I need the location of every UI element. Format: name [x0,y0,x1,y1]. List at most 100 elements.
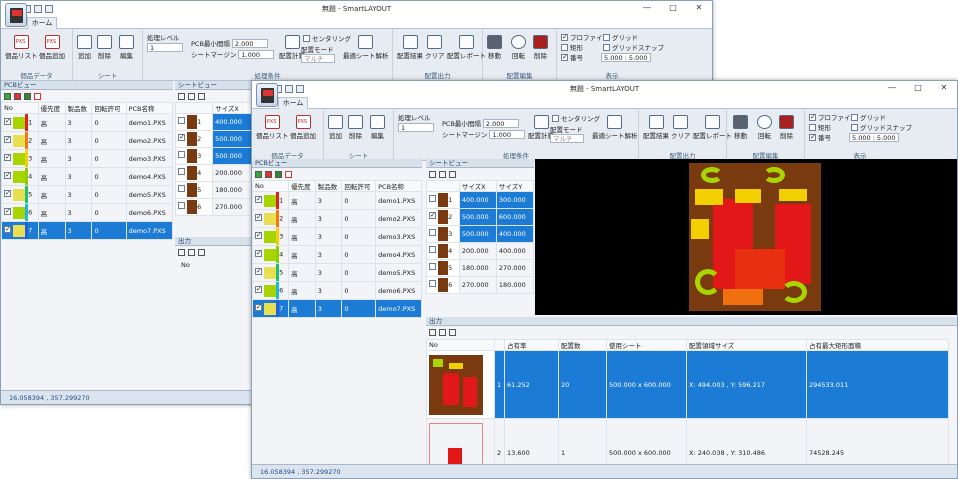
col-no[interactable]: No [426,339,495,351]
clear-button[interactable]: クリア [425,35,445,60]
row-checkbox[interactable] [255,303,262,311]
delete-part-button[interactable]: 削除 [533,35,548,60]
row-checkbox[interactable] [178,185,185,192]
clear-button[interactable]: クリア [671,115,691,140]
pcb-row[interactable]: 4高30demo4.PXS [1,167,174,186]
fill-icon[interactable] [24,92,31,100]
col-area[interactable]: 配置領域サイズ [686,339,807,351]
tab-home[interactable]: ホーム [27,17,57,29]
rotate-button[interactable]: 回転 [511,35,526,60]
sheet-edit-button[interactable]: 編集 [119,35,134,60]
add-icon[interactable] [255,170,262,178]
centering-checkbox[interactable] [552,114,559,122]
check-icon[interactable] [285,170,292,178]
min-gap-input[interactable]: 2.000 [482,118,519,128]
sheet-row[interactable]: 3 500.000 400.000 [426,225,535,243]
number-checkbox[interactable] [561,53,568,61]
col-max-rect[interactable]: 占有最大矩形面積 [806,339,949,351]
row-checkbox[interactable] [4,153,11,161]
col-size-y[interactable]: サイズY [495,180,535,192]
pcb-row[interactable]: 7高30demo7.PXS [252,299,422,318]
profile-checkbox[interactable] [809,113,816,121]
sheet-row[interactable]: 5 180.000 [174,181,255,199]
col-pcb-name[interactable]: PCB名称 [375,180,422,192]
report-button[interactable]: 配置レポート [447,35,486,60]
parts-list-button[interactable]: 個品リスト [256,115,289,140]
parts-add-button[interactable]: 個品追加 [290,115,316,140]
row-checkbox[interactable] [178,151,185,158]
pcb-row[interactable]: 2高30demo2.PXS [252,209,422,228]
col-no[interactable]: No [252,180,290,192]
sheet-copy-icon[interactable] [439,170,446,178]
grid-view-icon[interactable] [439,328,446,336]
row-checkbox[interactable] [4,117,11,125]
sheet-new-icon[interactable] [178,92,185,100]
optimal-sheet-button[interactable]: 最適シート解析 [343,35,389,60]
add-icon[interactable] [4,92,11,100]
row-checkbox[interactable] [178,117,185,124]
close-button[interactable]: ✕ [931,81,957,95]
grid-size-select[interactable]: 5.000 : 5.000 [849,133,899,142]
move-button[interactable]: 移動 [733,115,748,140]
pcb-row[interactable]: 7高30demo7.PXS [1,221,174,240]
mode-select[interactable]: マルチ [301,54,335,63]
maximize-button[interactable]: □ [905,81,931,95]
row-checkbox[interactable] [429,280,436,287]
pcb-row[interactable]: 6高30demo6.PXS [1,203,174,222]
pcb-row[interactable]: 5高30demo5.PXS [252,263,422,282]
rect-checkbox[interactable] [561,43,568,51]
minimize-button[interactable]: ― [634,1,660,15]
col-priority[interactable]: 優先度 [288,180,316,192]
sheet-row[interactable]: 6 270.000 [174,198,255,216]
close-button[interactable]: ✕ [686,1,712,15]
mode-select[interactable]: マルチ [550,134,584,143]
remove-icon[interactable] [265,170,272,178]
sheet-delete-button[interactable]: 削除 [348,115,363,140]
delete-part-button[interactable]: 削除 [779,115,794,140]
row-checkbox[interactable] [429,229,436,236]
list-view-icon[interactable] [449,328,456,336]
sheet-edit-icon[interactable] [198,92,205,100]
sheet-row[interactable]: 1 400.000 300.000 [426,191,535,209]
row-checkbox[interactable] [429,195,436,202]
col-sheet[interactable]: 使用シート [606,339,687,351]
sheet-copy-icon[interactable] [188,92,195,100]
centering-checkbox[interactable] [303,34,310,42]
row-checkbox[interactable] [4,225,11,233]
sheet-row[interactable]: 6 270.000 180.000 [426,276,535,294]
row-checkbox[interactable] [4,171,11,179]
col-size-x[interactable]: サイズX [458,180,497,192]
row-checkbox[interactable] [178,168,185,175]
col-ratio[interactable]: 占有率 [504,339,559,351]
sheet-row[interactable]: 1 400.000 [174,113,255,131]
sheet-row[interactable]: 5 180.000 270.000 [426,259,535,277]
remove-icon[interactable] [14,92,21,100]
row-checkbox[interactable] [178,202,185,209]
grid-size-select[interactable]: 5.000 : 5.000 [601,53,651,62]
pcb-row[interactable]: 1高30demo1.PXS [252,191,422,210]
list-view-icon[interactable] [198,248,205,256]
sheet-row[interactable]: 2500.000600.000 [426,208,535,226]
output-row[interactable]: 1 61.252 20 500.000 x 600.000 X: 494.003 , Y… [426,350,949,419]
row-checkbox[interactable] [178,133,185,141]
row-checkbox[interactable] [255,231,262,239]
parts-list-button[interactable]: 個品リスト [5,35,38,60]
pcb-row[interactable]: 6高30demo6.PXS [252,281,422,300]
min-gap-input[interactable]: 2.000 [231,38,268,48]
number-checkbox[interactable] [809,133,816,141]
pcb-row[interactable]: 2高30demo2.PXS [1,131,174,150]
pcb-row[interactable]: 4高30demo4.PXS [252,245,422,264]
maximize-button[interactable]: □ [660,1,686,15]
check-icon[interactable] [34,92,41,100]
view-icon[interactable] [429,328,436,336]
grid-view-icon[interactable] [188,248,195,256]
sheet-delete-button[interactable]: 削除 [97,35,112,60]
row-checkbox[interactable] [429,211,436,219]
row-checkbox[interactable] [255,195,262,203]
result-button[interactable]: 配置結果 [643,115,669,140]
grid-snap-checkbox[interactable] [603,43,610,51]
sheet-add-button[interactable]: 追加 [328,115,343,140]
row-checkbox[interactable] [255,213,262,221]
row-checkbox[interactable] [255,267,262,275]
sheet-row[interactable]: 3 500.000 [174,147,255,165]
